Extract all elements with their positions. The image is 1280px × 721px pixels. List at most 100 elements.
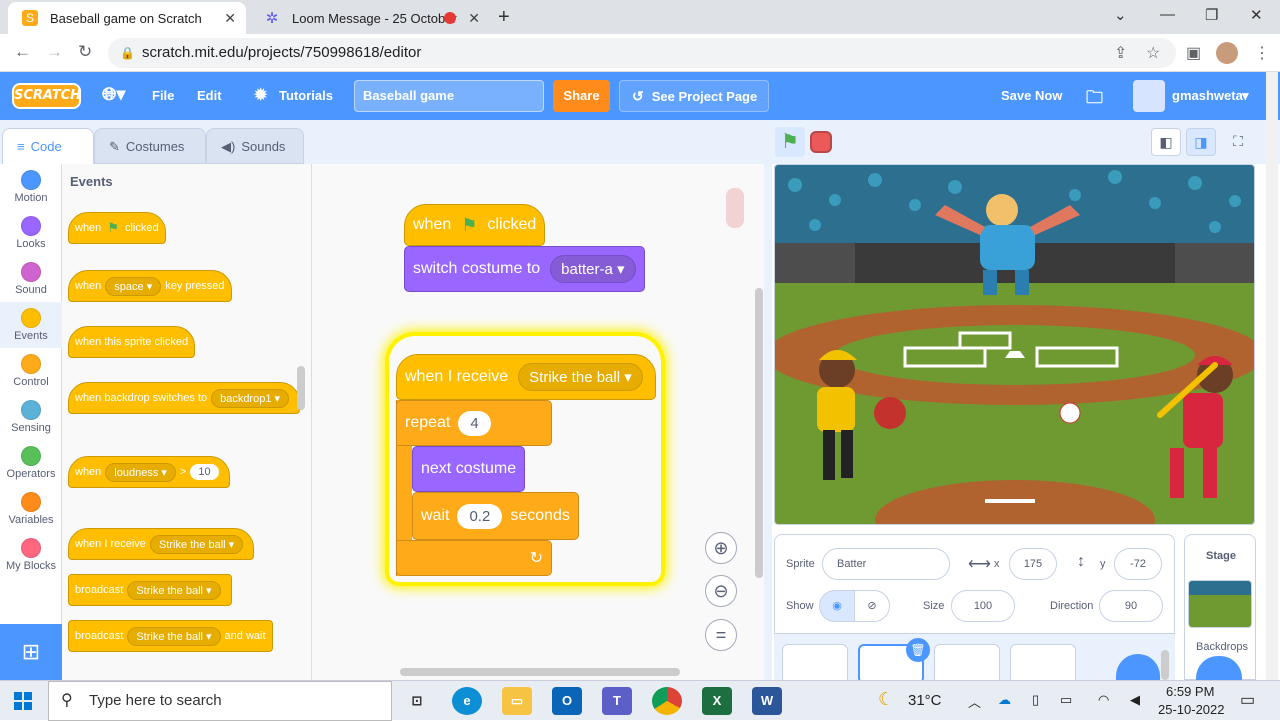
language-globe-icon[interactable]: 🌐︎▾ (102, 84, 125, 105)
outlook-icon[interactable]: O (552, 687, 582, 715)
script-vertical-scrollbar[interactable] (755, 288, 763, 578)
costume-dropdown[interactable]: batter-a ▾ (550, 255, 636, 283)
block-when-backdrop-switches[interactable]: when backdrop switches to backdrop1 ▾ (68, 382, 301, 414)
username-menu[interactable]: gmashweta (1172, 88, 1243, 103)
category-looks[interactable]: Looks (0, 216, 62, 250)
tab-search-icon[interactable]: ⌄ (1114, 6, 1127, 24)
stop-button[interactable] (810, 131, 832, 153)
bookmark-star-icon[interactable]: ☆ (1146, 43, 1160, 63)
block-when-i-receive[interactable]: when I receive Strike the ball ▾ (68, 528, 255, 560)
block-broadcast-and-wait[interactable]: broadcast Strike the ball ▾ and wait (68, 620, 273, 652)
x-position-input[interactable]: 175 (1009, 548, 1057, 580)
chevron-up-icon[interactable]: ︿ (968, 692, 981, 711)
palette-scrollbar[interactable] (297, 366, 305, 410)
repeat-count-input[interactable]: 4 (458, 410, 491, 436)
green-flag-button[interactable]: ⚑ (775, 127, 805, 157)
network-icon[interactable]: ▭ (1060, 692, 1072, 708)
my-stuff-folder-icon[interactable]: 🗀 (1086, 85, 1103, 114)
tab-sounds[interactable]: ◀) Sounds (206, 128, 304, 164)
zoom-out-button[interactable]: ⊖ (705, 575, 737, 607)
sprite-thumb-ball[interactable] (1010, 644, 1076, 684)
forward-icon[interactable]: → (46, 42, 63, 62)
browser-tab-loom[interactable]: ✲ Loom Message - 25 October ✕ (250, 2, 490, 34)
taskbar-search-box[interactable]: ⚲ Type here to search (48, 681, 392, 721)
task-view-icon[interactable]: ⊡ (402, 687, 432, 715)
zoom-in-button[interactable]: ⊕ (705, 532, 737, 564)
script-next-costume[interactable]: next costume (412, 446, 526, 492)
category-motion[interactable]: Motion (0, 170, 62, 204)
key-dropdown[interactable]: space ▾ (105, 276, 162, 296)
close-tab-icon[interactable]: ✕ (224, 10, 236, 27)
script-when-flag-clicked[interactable]: when ⚑ clicked (404, 204, 546, 246)
delete-sprite-icon[interactable]: 🗑︎ (906, 638, 930, 662)
file-explorer-icon[interactable]: ▭ (502, 687, 532, 715)
teams-icon[interactable]: T (602, 687, 632, 715)
category-sensing[interactable]: Sensing (0, 400, 62, 434)
block-when-loudness[interactable]: when loudness ▾ > 10 (68, 456, 230, 488)
hide-button[interactable]: ⊘ (854, 590, 890, 622)
minimize-button[interactable]: — (1160, 6, 1175, 23)
sprite-thumb-catcher[interactable] (934, 644, 1000, 684)
message-dropdown[interactable]: Strike the ball ▾ (127, 580, 221, 600)
script-when-i-receive[interactable]: when I receive Strike the ball ▾ (396, 354, 656, 400)
category-control[interactable]: Control (0, 354, 62, 388)
menu-icon[interactable]: ⋮ (1254, 43, 1270, 63)
cloud-icon[interactable]: ☁ (998, 692, 1011, 708)
loudness-value-input[interactable]: 10 (190, 464, 219, 480)
message-dropdown[interactable]: Strike the ball ▾ (518, 363, 643, 391)
save-now-button[interactable]: Save Now (1001, 88, 1062, 103)
y-position-input[interactable]: -72 (1114, 548, 1162, 580)
back-icon[interactable]: ← (14, 42, 31, 62)
file-menu[interactable]: File (152, 88, 174, 103)
script-repeat[interactable]: repeat 4 (396, 400, 552, 446)
direction-input[interactable]: 90 (1099, 590, 1163, 622)
new-tab-button[interactable]: + (498, 6, 510, 29)
edit-menu[interactable]: Edit (197, 88, 222, 103)
repeat-block-bottom[interactable]: ↻ (396, 540, 552, 576)
loudness-dropdown[interactable]: loudness ▾ (105, 462, 176, 482)
show-visible-button[interactable]: ◉ (819, 590, 855, 622)
profile-avatar[interactable] (1216, 42, 1238, 64)
size-input[interactable]: 100 (951, 590, 1015, 622)
chrome-icon[interactable] (652, 687, 682, 715)
backdrop-dropdown[interactable]: backdrop1 ▾ (211, 388, 290, 408)
stage-canvas[interactable] (774, 164, 1255, 525)
tutorials-menu[interactable]: Tutorials (279, 88, 333, 103)
backdrop-thumbnail[interactable] (1188, 580, 1252, 628)
clock-date[interactable]: 25-10-2022 (1158, 702, 1225, 717)
windows-start-icon[interactable] (14, 692, 32, 710)
user-avatar[interactable] (1133, 80, 1165, 112)
category-operators[interactable]: Operators (0, 446, 62, 480)
block-when-sprite-clicked[interactable]: when this sprite clicked (68, 326, 196, 358)
page-scrollbar[interactable] (1266, 72, 1278, 680)
browser-tab-scratch[interactable]: S Baseball game on Scratch ✕ (8, 2, 246, 34)
script-switch-costume[interactable]: switch costume to batter-a ▾ (404, 246, 645, 292)
close-tab-icon[interactable]: ✕ (468, 10, 480, 27)
script-horizontal-scrollbar[interactable] (400, 668, 680, 676)
url-field[interactable]: 🔒 scratch.mit.edu/projects/750998618/edi… (108, 38, 1176, 68)
category-my-blocks[interactable]: My Blocks (0, 538, 62, 572)
tab-costumes[interactable]: ✎ Costumes (94, 128, 206, 164)
volume-icon[interactable]: ◀ (1130, 692, 1140, 708)
block-when-flag-clicked[interactable]: when ⚑ clicked (68, 212, 166, 244)
category-sound[interactable]: Sound (0, 262, 62, 296)
battery-icon[interactable]: ▯ (1032, 692, 1039, 708)
category-variables[interactable]: Variables (0, 492, 62, 526)
fullscreen-button[interactable]: ⛶ (1223, 128, 1253, 156)
tab-code[interactable]: ≡ Code (2, 128, 94, 164)
wifi-icon[interactable]: ◠ (1098, 692, 1109, 708)
sprite-thumb-pitcher[interactable] (782, 644, 848, 684)
word-icon[interactable]: W (752, 687, 782, 715)
message-dropdown[interactable]: Strike the ball ▾ (127, 626, 221, 646)
excel-icon[interactable]: X (702, 687, 732, 715)
share-page-icon[interactable]: ⇪ (1114, 43, 1127, 63)
weather-moon-icon[interactable]: ☾ (878, 689, 894, 710)
block-broadcast[interactable]: broadcast Strike the ball ▾ (68, 574, 232, 606)
reload-icon[interactable]: ↻ (78, 42, 92, 62)
message-dropdown[interactable]: Strike the ball ▾ (149, 534, 244, 554)
maximize-button[interactable]: ❐ (1205, 6, 1218, 24)
edge-icon[interactable]: e (452, 687, 482, 715)
clock-time[interactable]: 6:59 PM (1166, 684, 1214, 699)
small-stage-button[interactable]: ◧ (1151, 128, 1181, 156)
sidepanel-icon[interactable]: ▣ (1186, 43, 1201, 63)
